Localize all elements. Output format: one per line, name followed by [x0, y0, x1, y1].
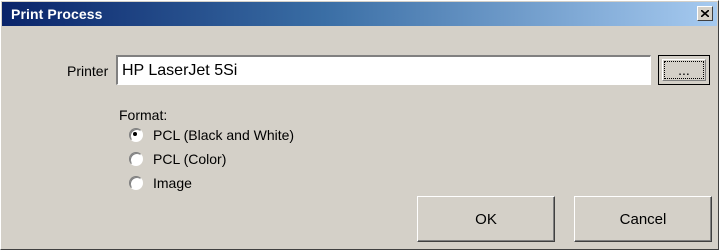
format-label: Format:: [119, 107, 168, 123]
radio-button-checked[interactable]: [129, 128, 143, 142]
cancel-button[interactable]: Cancel: [574, 196, 712, 242]
browse-printer-button[interactable]: ...: [658, 55, 710, 85]
window-title: Print Process: [11, 6, 103, 22]
printer-input[interactable]: [116, 55, 651, 85]
title-bar[interactable]: Print Process: [2, 2, 717, 26]
printer-label: Printer: [67, 63, 109, 79]
format-option-pcl-color[interactable]: PCL (Color): [129, 150, 226, 168]
format-option-label: PCL (Black and White): [153, 127, 295, 143]
radio-button[interactable]: [129, 176, 143, 190]
format-option-label: PCL (Color): [153, 151, 227, 167]
ok-button[interactable]: OK: [417, 196, 555, 242]
radio-button[interactable]: [129, 152, 143, 166]
format-option-label: Image: [153, 175, 192, 191]
format-option-image[interactable]: Image: [129, 174, 192, 192]
browse-button-label: ...: [662, 59, 706, 81]
close-button[interactable]: [697, 6, 713, 21]
format-option-pcl-bw[interactable]: PCL (Black and White): [129, 126, 294, 144]
print-process-dialog: Print Process Printer ... Format: PCL (B…: [0, 0, 719, 250]
close-icon: [701, 10, 709, 17]
